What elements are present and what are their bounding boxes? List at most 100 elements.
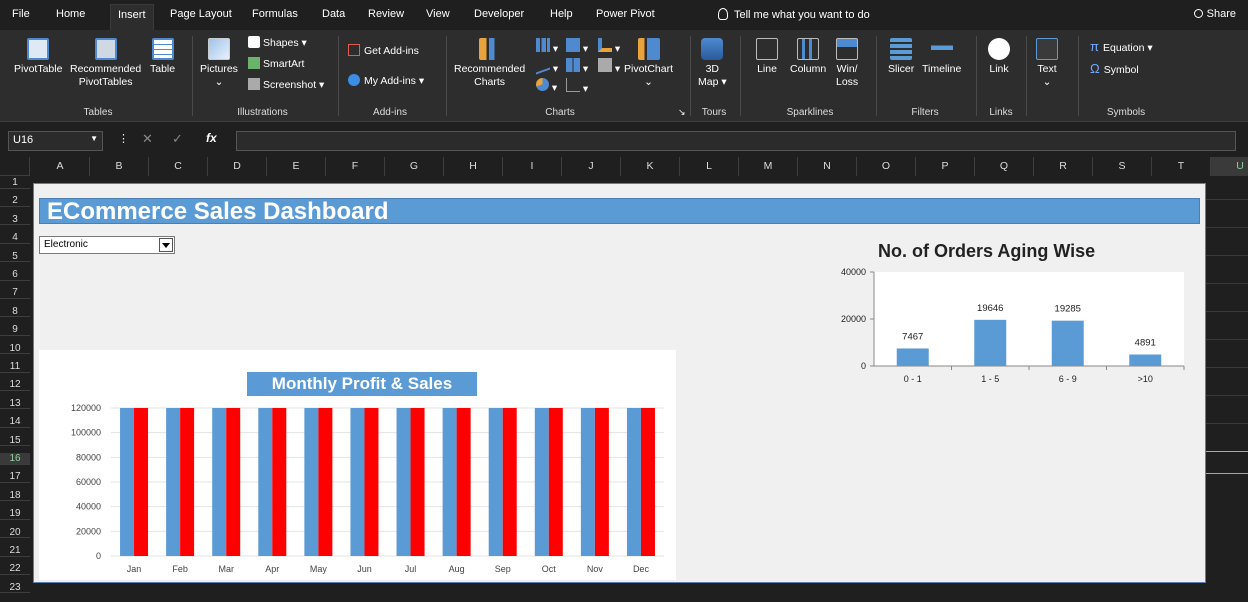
tab-insert[interactable]: Insert — [110, 4, 154, 30]
get-addins-button[interactable]: Get Add-ins — [348, 44, 419, 58]
tab-page-layout[interactable]: Page Layout — [170, 8, 232, 20]
pie-chart-menu[interactable]: ▾ — [536, 78, 557, 95]
row-header-13[interactable]: 13 — [0, 398, 30, 410]
category-dropdown[interactable]: Electronic — [39, 236, 175, 254]
row-header-3[interactable]: 3 — [0, 214, 30, 226]
column-header-n[interactable]: N — [798, 157, 857, 176]
column-header-u[interactable]: U — [1211, 157, 1248, 176]
my-addins-button[interactable]: My Add-ins ▾ — [348, 74, 424, 88]
column-header-r[interactable]: R — [1034, 157, 1093, 176]
cancel-icon[interactable]: ✕ — [142, 131, 153, 147]
combo-chart-menu[interactable]: ▾ — [598, 58, 620, 76]
row-header-18[interactable]: 18 — [0, 490, 30, 502]
tab-developer[interactable]: Developer — [474, 8, 524, 20]
row-header-23[interactable]: 23 — [0, 582, 30, 594]
recommended-charts-button[interactable]: Recommended Charts — [454, 38, 525, 89]
enter-icon[interactable]: ✓ — [172, 131, 183, 147]
tell-me-search[interactable]: Tell me what you want to do — [718, 8, 870, 21]
recommended-pivottables-button[interactable]: Recommended PivotTables — [70, 38, 141, 89]
sparkline-line-button[interactable]: Line — [756, 38, 778, 76]
text-button[interactable]: Text ⌄ — [1036, 38, 1058, 89]
row-header-14[interactable]: 14 — [0, 416, 30, 428]
equation-button[interactable]: π Equation ▾ — [1090, 40, 1153, 55]
column-header-h[interactable]: H — [444, 157, 503, 176]
tab-formulas[interactable]: Formulas — [252, 8, 298, 20]
tab-file[interactable]: File — [12, 8, 30, 20]
column-header-g[interactable]: G — [385, 157, 444, 176]
monthly-profit-sales-chart[interactable]: Monthly Profit & Sales 0 20000 40000 60000 8… — [39, 350, 676, 580]
row-header-12[interactable]: 12 — [0, 379, 30, 391]
column-header-m[interactable]: M — [739, 157, 798, 176]
row-header-2[interactable]: 2 — [0, 195, 30, 207]
tab-home[interactable]: Home — [56, 8, 85, 20]
row-header-9[interactable]: 9 — [0, 324, 30, 336]
column-header-j[interactable]: J — [562, 157, 621, 176]
formula-input[interactable] — [236, 131, 1236, 151]
row-header-10[interactable]: 10 — [0, 343, 30, 355]
column-header-s[interactable]: S — [1093, 157, 1152, 176]
column-header-d[interactable]: D — [208, 157, 267, 176]
waterfall-chart-menu[interactable]: ▾ — [598, 38, 620, 56]
3d-map-button[interactable]: 3D Map ▾ — [698, 38, 727, 89]
row-header-11[interactable]: 11 — [0, 361, 30, 373]
select-all-corner[interactable] — [0, 157, 30, 176]
row-header-7[interactable]: 7 — [0, 287, 30, 299]
row-header-15[interactable]: 15 — [0, 435, 30, 447]
scatter-chart-menu[interactable]: ▾ — [566, 78, 588, 96]
row-header-19[interactable]: 19 — [0, 508, 30, 520]
pictures-button[interactable]: Pictures ⌄ — [200, 38, 238, 89]
orders-aging-chart[interactable]: No. of Orders Aging Wise 0 20000 40000 7467… — [790, 234, 1190, 404]
column-header-i[interactable]: I — [503, 157, 562, 176]
column-header-o[interactable]: O — [857, 157, 916, 176]
sales-bar — [502, 408, 517, 556]
timeline-button[interactable]: Timeline — [922, 38, 961, 76]
tab-data[interactable]: Data — [322, 8, 345, 20]
chevron-down-icon[interactable] — [159, 238, 173, 252]
table-button[interactable]: Table — [150, 38, 175, 76]
more-options-icon[interactable]: ⋮ — [118, 132, 129, 145]
row-header-6[interactable]: 6 — [0, 269, 30, 281]
row-header-16[interactable]: 16 — [0, 453, 30, 465]
screenshot-button[interactable]: Screenshot ▾ — [248, 78, 324, 92]
column-header-a[interactable]: A — [31, 157, 90, 176]
column-header-t[interactable]: T — [1152, 157, 1211, 176]
row-header-17[interactable]: 17 — [0, 471, 30, 483]
charts-dialog-launcher-icon[interactable]: ↘ — [678, 106, 686, 119]
row-header-4[interactable]: 4 — [0, 232, 30, 244]
tab-power-pivot[interactable]: Power Pivot — [596, 8, 655, 20]
column-header-k[interactable]: K — [621, 157, 680, 176]
row-header-1[interactable]: 1 — [0, 177, 30, 189]
row-header-8[interactable]: 8 — [0, 306, 30, 318]
hierarchy-chart-menu[interactable]: ▾ — [566, 38, 588, 56]
pivotchart-button[interactable]: PivotChart ⌄ — [624, 38, 673, 89]
tab-review[interactable]: Review — [368, 8, 404, 20]
sparkline-column-button[interactable]: Column — [790, 38, 826, 76]
column-chart-menu[interactable]: ▾ — [536, 38, 558, 56]
name-box[interactable]: U16 ▼ — [8, 131, 103, 151]
column-header-c[interactable]: C — [149, 157, 208, 176]
grid-right-area[interactable] — [1206, 176, 1248, 602]
tab-view[interactable]: View — [426, 8, 450, 20]
tab-help[interactable]: Help — [550, 8, 573, 20]
column-header-e[interactable]: E — [267, 157, 326, 176]
column-header-p[interactable]: P — [916, 157, 975, 176]
symbol-button[interactable]: Ω Symbol — [1090, 62, 1139, 77]
statistic-chart-menu[interactable]: ▾ — [566, 58, 588, 76]
sparkline-winloss-button[interactable]: Win/ Loss — [836, 38, 858, 89]
row-header-20[interactable]: 20 — [0, 527, 30, 539]
pivottable-button[interactable]: PivotTable — [14, 38, 62, 76]
slicer-button[interactable]: Slicer — [888, 38, 914, 76]
shapes-button[interactable]: Shapes ▾ — [248, 36, 307, 50]
column-header-f[interactable]: F — [326, 157, 385, 176]
column-header-l[interactable]: L — [680, 157, 739, 176]
line-chart-menu[interactable]: ▾ — [536, 55, 558, 76]
row-header-5[interactable]: 5 — [0, 251, 30, 263]
column-header-q[interactable]: Q — [975, 157, 1034, 176]
row-header-22[interactable]: 22 — [0, 563, 30, 575]
insert-function-icon[interactable]: fx — [206, 131, 217, 145]
row-header-21[interactable]: 21 — [0, 545, 30, 557]
column-header-b[interactable]: B — [90, 157, 149, 176]
smartart-button[interactable]: SmartArt — [248, 57, 304, 71]
link-button[interactable]: Link — [988, 38, 1010, 76]
share-button[interactable]: Share — [1193, 8, 1236, 20]
